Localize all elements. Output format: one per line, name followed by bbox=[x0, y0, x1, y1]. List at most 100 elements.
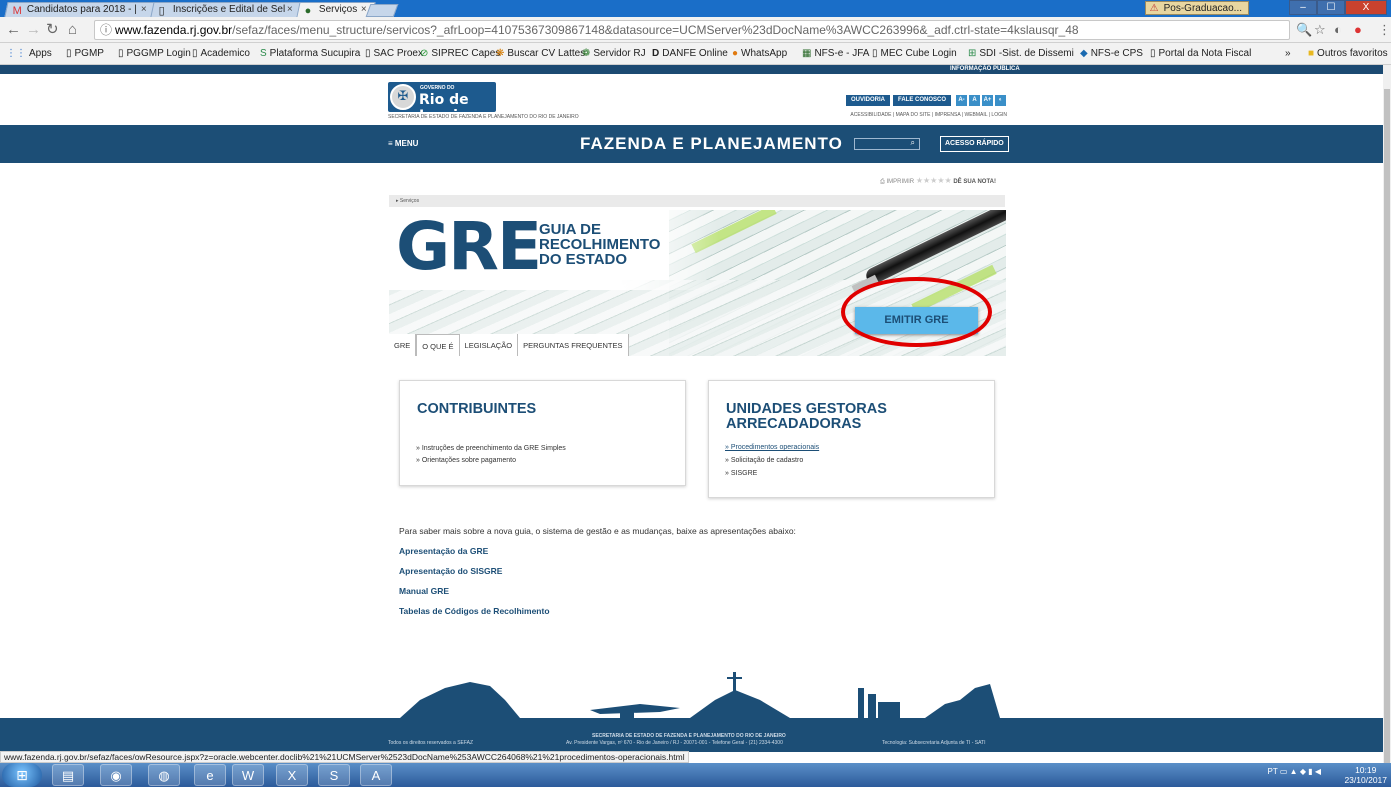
download-link[interactable]: Apresentação do SISGRE bbox=[399, 566, 502, 576]
font-increase-button[interactable]: A+ bbox=[982, 95, 993, 106]
download-link[interactable]: Apresentação da GRE bbox=[399, 546, 488, 556]
network-icon[interactable]: ▮ bbox=[1308, 767, 1312, 776]
acrobat-icon[interactable]: A bbox=[360, 764, 392, 786]
acrobat-tray-icon[interactable]: ◆ bbox=[1300, 767, 1306, 776]
download-link[interactable]: Tabelas de Códigos de Recolhimento bbox=[399, 606, 550, 616]
zoom-icon[interactable]: 🔍 bbox=[1296, 22, 1312, 38]
footer-tech: Tecnologia: Subsecretaria Adjunta de TI … bbox=[882, 740, 986, 746]
gov-rj-logo[interactable]: ✠ GOVERNO DO Rio de Janeiro bbox=[388, 82, 496, 124]
language-indicator[interactable]: PT bbox=[1268, 767, 1278, 776]
bookmark-item[interactable]: ❁ Servidor RJ bbox=[582, 48, 646, 60]
sisgre-link[interactable]: » SISGRE bbox=[725, 469, 757, 479]
tab-gre[interactable]: GRE bbox=[389, 334, 417, 356]
bookmark-item[interactable]: ● WhatsApp bbox=[732, 48, 787, 60]
extension-icon[interactable]: ◐ bbox=[1334, 22, 1342, 37]
bookmark-item[interactable]: ▯ Portal da Nota Fiscal bbox=[1150, 48, 1251, 60]
bookmark-item[interactable]: ▯ SAC Proex bbox=[365, 48, 423, 60]
maximize-button[interactable]: ☐ bbox=[1317, 0, 1345, 15]
skype-icon[interactable]: S bbox=[318, 764, 350, 786]
new-tab-button[interactable] bbox=[365, 4, 399, 17]
bookmark-item[interactable]: D DANFE Online bbox=[652, 48, 728, 60]
footer-rights: Todos os direitos reservados a SEFAZ bbox=[388, 740, 474, 746]
download-link[interactable]: Manual GRE bbox=[399, 586, 449, 596]
forward-icon[interactable]: → bbox=[26, 21, 41, 39]
other-bookmarks[interactable]: ■ Outros favoritos bbox=[1308, 48, 1388, 60]
tab-perguntas-frequentes[interactable]: PERGUNTAS FREQUENTES bbox=[518, 334, 629, 356]
close-window-button[interactable]: X bbox=[1345, 0, 1387, 15]
fale-conosco-button[interactable]: FALE CONOSCO bbox=[893, 95, 952, 106]
keyboard-icon[interactable]: ▭ bbox=[1280, 767, 1288, 776]
bookmark-item[interactable]: ⋮⋮ Apps bbox=[6, 48, 52, 60]
minimize-button[interactable]: – bbox=[1289, 0, 1317, 15]
menu-button[interactable]: ≡ MENU bbox=[388, 139, 418, 148]
instrucoes-link[interactable]: » Instruções de preenchimento da GRE Sim… bbox=[416, 444, 566, 454]
procedimentos-link[interactable]: » Procedimentos operacionais bbox=[725, 443, 819, 453]
rating-stars[interactable]: ★★★★★ bbox=[916, 176, 952, 185]
file-explorer-icon[interactable]: ▤ bbox=[52, 764, 84, 786]
volume-icon[interactable]: ◀ bbox=[1315, 767, 1321, 776]
tab-servicos[interactable]: ● Serviços × bbox=[296, 2, 376, 17]
excel-icon[interactable]: X bbox=[276, 764, 308, 786]
url-path: /sefaz/faces/menu_structure/servicos?_af… bbox=[232, 23, 1079, 37]
search-icon[interactable]: ⌕ bbox=[911, 138, 915, 148]
scrollbar-thumb[interactable] bbox=[1384, 89, 1390, 779]
imprimir-link[interactable]: IMPRIMIR bbox=[886, 179, 914, 185]
home-icon[interactable]: ⌂ bbox=[68, 21, 77, 39]
tab-gmail[interactable]: M Candidatos para 2018 - | × bbox=[4, 2, 156, 17]
bookmark-label: Buscar CV Lattes bbox=[507, 48, 586, 59]
windows-taskbar: ⊞ ▤ ◉ ◍ e W X S A PT ▭ ▲ ◆ ▮ ◀ 10:19 23/1… bbox=[0, 763, 1391, 787]
url-input[interactable]: ⓘ www.fazenda.rj.gov.br/sefaz/faces/menu_… bbox=[94, 20, 1290, 40]
adblock-icon[interactable]: ● bbox=[1354, 22, 1362, 37]
bookmark-item[interactable]: ⊞ SDI -Sist. de Dissemi bbox=[968, 48, 1074, 60]
acesso-rapido-button[interactable]: ACESSO RÁPIDO bbox=[940, 136, 1009, 152]
word-icon[interactable]: W bbox=[232, 764, 264, 786]
info-icon[interactable]: ⓘ bbox=[100, 21, 112, 39]
contribuintes-card: CONTRIBUINTES » Instruções de preenchime… bbox=[399, 380, 686, 486]
ouvidoria-button[interactable]: OUVIDORIA bbox=[846, 95, 891, 106]
bookmark-item[interactable]: ▯ Academico bbox=[192, 48, 250, 60]
bookmark-item[interactable]: ⊘ SIPREC Capes bbox=[420, 48, 500, 60]
tab-legislacao[interactable]: LEGISLAÇÃO bbox=[460, 334, 519, 356]
bookmark-item[interactable]: ◆ NFS-e CPS bbox=[1080, 48, 1143, 60]
tab-o-que-e[interactable]: O QUE É bbox=[416, 334, 460, 356]
bookmark-item[interactable]: ▯ PGMP bbox=[66, 48, 104, 60]
breadcrumb[interactable]: ▸ Serviços bbox=[389, 195, 1005, 207]
vertical-scrollbar[interactable] bbox=[1383, 65, 1391, 779]
bookmark-item[interactable]: S Plataforma Sucupira bbox=[260, 48, 360, 60]
bookmark-item[interactable]: ▯ PGGMP Login bbox=[118, 48, 191, 60]
clock[interactable]: 10:19 23/10/2017 bbox=[1344, 765, 1387, 785]
font-decrease-button[interactable]: A- bbox=[956, 95, 967, 106]
bookmarks-overflow-button[interactable]: » bbox=[1285, 48, 1291, 60]
solicitacao-link[interactable]: » Solicitação de cadastro bbox=[725, 456, 803, 466]
close-icon[interactable]: × bbox=[287, 3, 293, 17]
lattes-icon: ❋ bbox=[496, 48, 505, 59]
rating-label: DÊ SUA NOTA! bbox=[953, 179, 997, 185]
contrast-icon[interactable]: ◐ bbox=[995, 95, 1006, 106]
reload-icon[interactable]: ↻ bbox=[46, 21, 59, 39]
firefox-icon[interactable]: ◍ bbox=[148, 764, 180, 786]
bookmark-star-icon[interactable]: ☆ bbox=[1314, 22, 1326, 38]
clock-date: 23/10/2017 bbox=[1344, 775, 1387, 785]
site-search-input[interactable]: ⌕ bbox=[854, 138, 920, 150]
chrome-icon[interactable]: ◉ bbox=[100, 764, 132, 786]
card-title: ARRECADADORAS bbox=[726, 416, 862, 432]
profile-button[interactable]: Pos-Graduacao... bbox=[1144, 1, 1249, 16]
bookmark-item[interactable]: ▦ NFS-e - JFA bbox=[802, 48, 869, 60]
tray-expand-icon[interactable]: ▲ bbox=[1290, 767, 1298, 776]
clock-time: 10:19 bbox=[1355, 765, 1377, 775]
gre-subtitle: GUIA DE RECOLHIMENTO DO ESTADO bbox=[539, 222, 660, 267]
font-normal-button[interactable]: A bbox=[969, 95, 980, 106]
bookmark-label: Portal da Nota Fiscal bbox=[1158, 48, 1252, 59]
orientacoes-link[interactable]: » Orientações sobre pagamento bbox=[416, 456, 516, 466]
bookmark-item[interactable]: ▯ MEC Cube Login bbox=[872, 48, 957, 60]
bookmark-item[interactable]: ❋ Buscar CV Lattes bbox=[496, 48, 585, 60]
start-button[interactable]: ⊞ bbox=[2, 763, 42, 787]
menu-icon[interactable]: ⋮ bbox=[1378, 22, 1391, 38]
card-title: UNIDADES GESTORAS bbox=[726, 401, 887, 417]
close-icon[interactable]: × bbox=[141, 3, 147, 17]
back-icon[interactable]: ← bbox=[6, 21, 21, 39]
internet-explorer-icon[interactable]: e bbox=[194, 764, 226, 786]
header-links[interactable]: ACESSIBILIDADE | MAPA DO SITE | IMPRENSA… bbox=[848, 112, 1007, 118]
page-icon: ▯ bbox=[158, 5, 165, 17]
tab-inscricoes[interactable]: ▯ Inscrições e Edital de Sel × bbox=[150, 2, 302, 17]
